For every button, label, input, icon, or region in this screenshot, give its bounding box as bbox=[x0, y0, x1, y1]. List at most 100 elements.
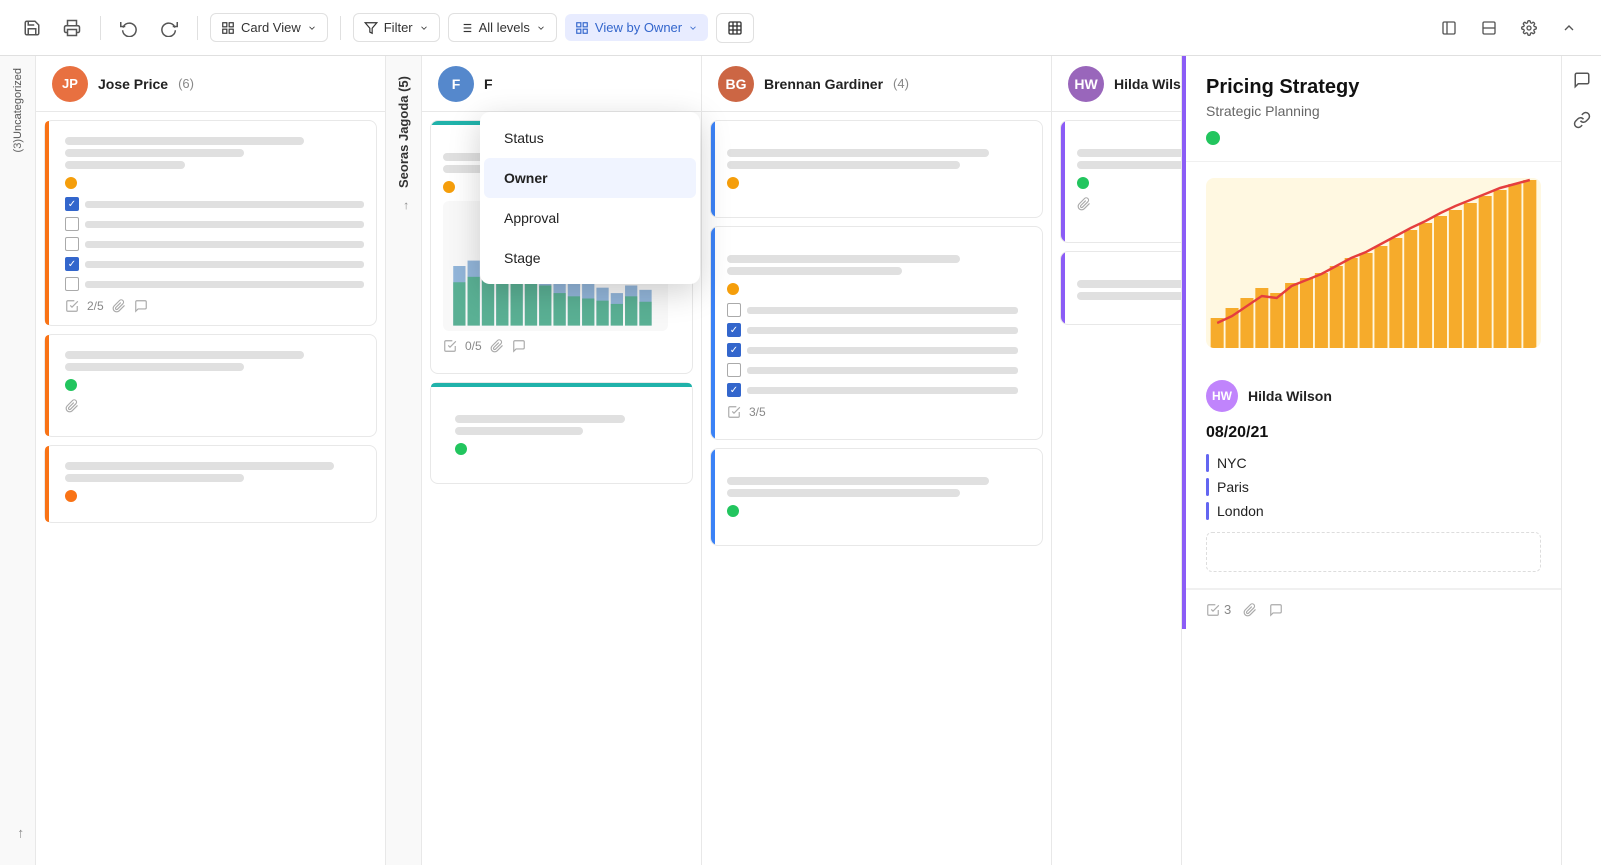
card-line bbox=[65, 351, 304, 359]
divider-1 bbox=[100, 16, 101, 40]
main-content: Uncategorized (3) → JP Jose Price (6) bbox=[0, 56, 1601, 865]
link-button[interactable] bbox=[1566, 104, 1598, 136]
detail-owner-name: Hilda Wilson bbox=[1248, 388, 1332, 404]
view-by-owner-button[interactable]: View by Owner bbox=[565, 14, 708, 41]
all-levels-button[interactable]: All levels bbox=[448, 13, 557, 42]
footer-comment bbox=[1269, 603, 1283, 617]
checkbox[interactable] bbox=[65, 237, 79, 251]
cb-line bbox=[85, 261, 364, 268]
location-paris: Paris bbox=[1206, 478, 1541, 496]
tasks-icon bbox=[65, 299, 79, 313]
status-dot bbox=[455, 443, 467, 455]
uncategorized-count: (3) bbox=[12, 139, 24, 152]
card-brennan-2[interactable]: ✓ ✓ ✓ 3/5 bbox=[710, 226, 1043, 440]
footer-attachment-icon bbox=[1243, 603, 1257, 617]
toolbar-right bbox=[1433, 12, 1585, 44]
card-line bbox=[727, 161, 960, 169]
checkbox[interactable]: ✓ bbox=[727, 343, 741, 357]
detail-status-dot bbox=[1206, 131, 1220, 145]
checkbox-list: ✓ bbox=[65, 197, 364, 291]
checkbox[interactable] bbox=[65, 277, 79, 291]
attachment-icon-f1 bbox=[490, 339, 504, 353]
card-jose-1[interactable]: ✓ bbox=[44, 120, 377, 326]
card-line bbox=[1077, 292, 1181, 300]
dropdown-item-owner[interactable]: Owner bbox=[484, 158, 696, 198]
grid-view-button[interactable] bbox=[716, 13, 754, 43]
card-jose-3[interactable] bbox=[44, 445, 377, 523]
checkbox[interactable]: ✓ bbox=[65, 257, 79, 271]
dropdown-item-status[interactable]: Status bbox=[484, 118, 696, 158]
card-top-bar bbox=[431, 383, 692, 387]
cb-line bbox=[85, 241, 364, 248]
card-view-button[interactable]: Card View bbox=[210, 13, 328, 42]
split-button[interactable] bbox=[1473, 12, 1505, 44]
checkbox[interactable]: ✓ bbox=[65, 197, 79, 211]
icon-side-panel bbox=[1561, 56, 1601, 865]
checkbox[interactable]: ✓ bbox=[727, 383, 741, 397]
footer-tasks: 3 bbox=[1206, 602, 1231, 617]
location-bar bbox=[1206, 454, 1209, 472]
checkbox[interactable] bbox=[65, 217, 79, 231]
filter-label: Filter bbox=[384, 20, 413, 35]
footer-comment-icon bbox=[1269, 603, 1283, 617]
checkbox[interactable] bbox=[727, 303, 741, 317]
card-hilda-2[interactable] bbox=[1060, 251, 1181, 325]
checkbox-item: ✓ bbox=[65, 257, 364, 271]
card-bar bbox=[1061, 121, 1065, 242]
hilda-header: HW Hilda Wilson (3) + Add bbox=[1052, 56, 1181, 112]
card-line bbox=[1077, 149, 1181, 157]
minimize-button[interactable] bbox=[1433, 12, 1465, 44]
checkbox-item bbox=[65, 217, 364, 231]
redo-button[interactable] bbox=[153, 12, 185, 44]
filter-button[interactable]: Filter bbox=[353, 13, 440, 42]
detail-header: Pricing Strategy Strategic Planning bbox=[1186, 56, 1561, 162]
checkbox-item: ✓ bbox=[65, 197, 364, 211]
chat-button[interactable] bbox=[1566, 64, 1598, 96]
card-bar bbox=[45, 335, 49, 436]
checkbox[interactable]: ✓ bbox=[727, 323, 741, 337]
detail-footer: 3 bbox=[1186, 589, 1561, 629]
card-brennan-3[interactable] bbox=[710, 448, 1043, 546]
view-by-dropdown[interactable]: Status Owner Approval Stage bbox=[480, 112, 700, 284]
detail-locations: NYC Paris London bbox=[1206, 454, 1541, 520]
checkbox[interactable] bbox=[727, 363, 741, 377]
empty-drop-zone[interactable] bbox=[1206, 532, 1541, 572]
comment-icon-f1 bbox=[512, 339, 526, 353]
collapse-button[interactable] bbox=[1553, 12, 1585, 44]
card-brennan-1[interactable] bbox=[710, 120, 1043, 218]
brennan-avatar: BG bbox=[718, 66, 754, 102]
checkbox-item bbox=[65, 277, 364, 291]
dropdown-item-stage[interactable]: Stage bbox=[484, 238, 696, 278]
status-dot bbox=[727, 283, 739, 295]
detail-panel-inner: Pricing Strategy Strategic Planning bbox=[1182, 56, 1561, 629]
hilda-wilson-column: HW Hilda Wilson (3) + Add bbox=[1052, 56, 1181, 865]
cb-line bbox=[747, 367, 1018, 374]
print-button[interactable] bbox=[56, 12, 88, 44]
save-button[interactable] bbox=[16, 12, 48, 44]
attachment-icon bbox=[112, 299, 126, 313]
card-bar bbox=[45, 121, 49, 325]
settings-button[interactable] bbox=[1513, 12, 1545, 44]
card-f-2[interactable] bbox=[430, 382, 693, 484]
card-view-label: Card View bbox=[241, 20, 301, 35]
cb-line bbox=[85, 221, 364, 228]
brennan-name: Brennan Gardiner bbox=[764, 76, 883, 92]
card-line bbox=[65, 474, 244, 482]
card-hilda-1[interactable] bbox=[1060, 120, 1181, 243]
dropdown-item-approval[interactable]: Approval bbox=[484, 198, 696, 238]
footer-tasks-icon bbox=[1206, 603, 1220, 617]
detail-chart bbox=[1206, 178, 1541, 348]
footer-tasks-count: 3 bbox=[1224, 602, 1231, 617]
hilda-name: Hilda Wilson bbox=[1114, 76, 1181, 92]
jose-price-avatar: JP bbox=[52, 66, 88, 102]
brennan-gardiner-column: BG Brennan Gardiner (4) bbox=[702, 56, 1052, 865]
card-line bbox=[455, 427, 583, 435]
jose-price-column: JP Jose Price (6) bbox=[36, 56, 386, 865]
seoras-jagoda-arrow[interactable]: → bbox=[397, 200, 411, 212]
task-count: 2/5 bbox=[87, 299, 104, 313]
card-footer: 2/5 bbox=[65, 299, 364, 313]
card-jose-2[interactable] bbox=[44, 334, 377, 437]
expand-arrow[interactable]: → bbox=[10, 827, 26, 841]
card-footer: 0/5 bbox=[443, 339, 668, 353]
undo-button[interactable] bbox=[113, 12, 145, 44]
